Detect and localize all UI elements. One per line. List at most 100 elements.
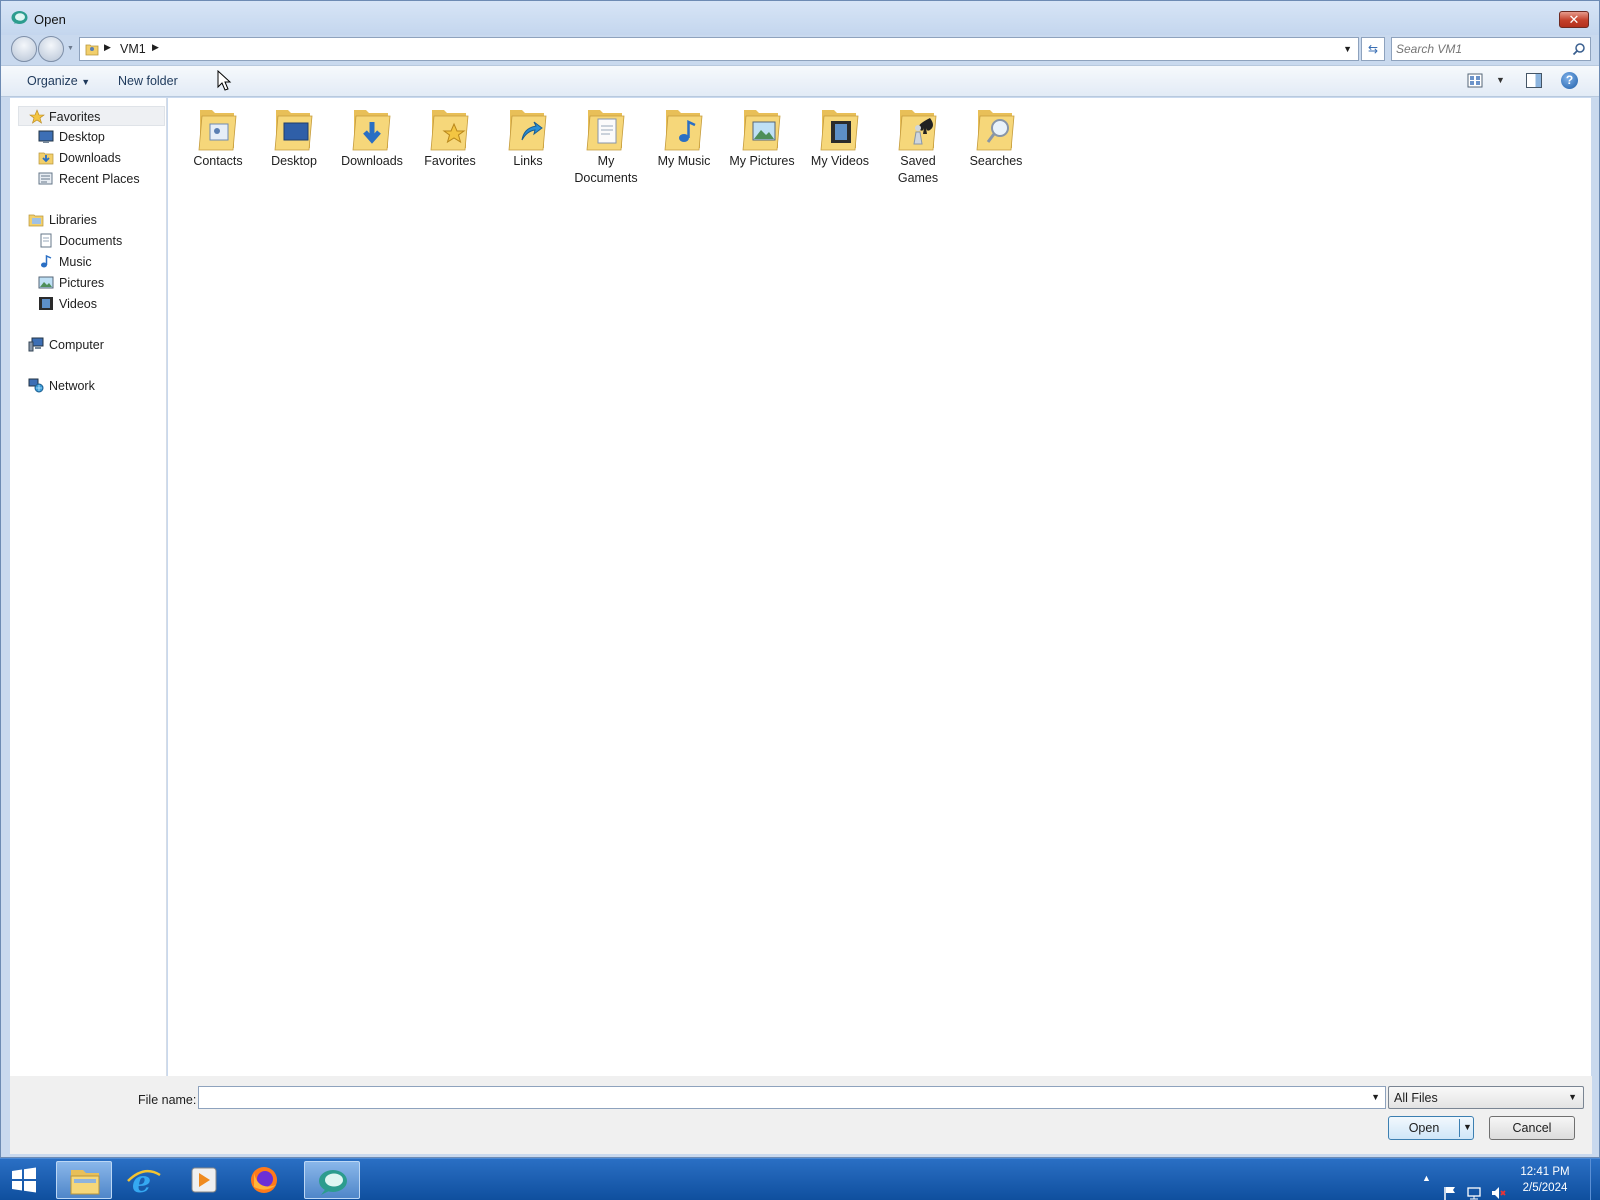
close-button[interactable]: ✕: [1559, 11, 1589, 28]
organize-label: Organize: [27, 74, 78, 88]
taskbar-firefox[interactable]: [236, 1161, 292, 1199]
folder-saved-games[interactable]: Saved Games: [879, 104, 957, 186]
nav-item-label: Desktop: [59, 130, 105, 144]
navigation-row: ▼ ▶ VM1 ▶ ▼ ⇆: [1, 35, 1599, 65]
nav-item-desktop[interactable]: Desktop: [38, 127, 163, 147]
firefox-icon: [251, 1167, 277, 1193]
network-tray-icon[interactable]: [1466, 1172, 1482, 1200]
music-icon: [41, 254, 52, 268]
recent-places-icon: [38, 172, 53, 185]
change-view-icon[interactable]: [1467, 73, 1483, 88]
folder-my-videos[interactable]: My Videos: [801, 104, 879, 171]
libraries-icon: [28, 214, 44, 227]
folder-links[interactable]: Links: [489, 104, 567, 171]
nav-network-label: Network: [49, 379, 95, 393]
nav-item-music[interactable]: Music: [38, 252, 163, 272]
breadcrumb-current[interactable]: VM1: [120, 42, 146, 56]
nav-item-documents[interactable]: Documents: [38, 231, 163, 251]
documents-folder-icon: [586, 110, 625, 151]
folder-favorites[interactable]: Favorites: [411, 104, 489, 171]
folder-my-documents[interactable]: My Documents: [567, 104, 645, 186]
breadcrumb-arrow-icon[interactable]: ▶: [104, 42, 111, 53]
cancel-button[interactable]: Cancel: [1489, 1116, 1575, 1140]
show-hidden-icons-icon[interactable]: ▲: [1422, 1173, 1431, 1200]
taskbar-file-explorer[interactable]: [56, 1161, 112, 1199]
open-options-dropdown[interactable]: ▼: [1463, 1122, 1472, 1132]
new-folder-button[interactable]: New folder: [118, 74, 178, 88]
media-player-icon: [191, 1167, 217, 1193]
breadcrumb-arrow-icon[interactable]: ▶: [152, 42, 159, 53]
searches-folder-icon: [976, 110, 1015, 151]
file-type-select[interactable]: All Files ▼: [1388, 1086, 1584, 1109]
nav-network[interactable]: Network: [28, 376, 163, 396]
mouse-cursor-icon: [217, 70, 232, 91]
folder-label: My: [597, 154, 615, 168]
help-button[interactable]: ?: [1561, 72, 1578, 89]
file-explorer-icon: [70, 1170, 100, 1195]
folder-searches[interactable]: Searches: [957, 104, 1035, 171]
taskbar-internet-explorer[interactable]: e: [116, 1161, 172, 1200]
folder-desktop[interactable]: Desktop: [255, 104, 333, 171]
folder-label: Favorites: [424, 154, 476, 168]
star-icon: [29, 109, 45, 124]
pictures-icon: [38, 276, 54, 289]
folder-my-music[interactable]: My Music: [645, 104, 723, 171]
preview-pane-button[interactable]: [1526, 73, 1542, 88]
search-icon[interactable]: [1572, 42, 1586, 56]
search-box[interactable]: [1391, 37, 1591, 61]
nav-favorites[interactable]: Favorites: [18, 106, 165, 126]
organize-menu[interactable]: Organize ▼: [27, 74, 90, 88]
contacts-folder-icon: [198, 110, 237, 151]
nav-item-recent-places[interactable]: Recent Places: [38, 169, 163, 189]
title-bar[interactable]: Open ✕: [1, 1, 1599, 35]
file-name-dropdown-arrow[interactable]: ▼: [1371, 1092, 1380, 1102]
show-desktop-button[interactable]: [1590, 1159, 1600, 1200]
view-options-dropdown[interactable]: ▼: [1496, 75, 1505, 85]
nav-item-pictures[interactable]: Pictures: [38, 273, 163, 293]
nav-item-videos[interactable]: Videos: [38, 294, 163, 314]
nav-libraries[interactable]: Libraries: [28, 210, 163, 230]
search-input[interactable]: [1396, 41, 1566, 57]
folder-label: Desktop: [271, 154, 317, 168]
folder-label: Contacts: [193, 154, 243, 168]
documents-icon: [40, 233, 52, 248]
volume-muted-icon[interactable]: [1490, 1172, 1506, 1200]
nav-computer-label: Computer: [49, 338, 104, 352]
chevron-down-icon: ▼: [81, 77, 91, 87]
desktop-folder-icon: [274, 110, 313, 151]
recent-pages-dropdown[interactable]: ▼: [67, 45, 74, 52]
music-folder-icon: [664, 110, 703, 151]
file-list: Contacts Desktop Downloads Favorites Lin…: [168, 98, 1591, 1076]
address-bar[interactable]: ▶ VM1 ▶ ▼: [79, 37, 1359, 61]
file-name-combo[interactable]: ▼: [198, 1086, 1386, 1109]
system-clock[interactable]: 12:41 PM 2/5/2024: [1510, 1164, 1580, 1196]
videos-icon: [39, 297, 53, 310]
folder-my-pictures[interactable]: My Pictures: [723, 104, 801, 171]
back-button[interactable]: [11, 36, 37, 62]
folder-label: My Videos: [810, 154, 870, 168]
file-name-input[interactable]: [203, 1089, 1353, 1106]
links-folder-icon: [508, 110, 547, 151]
taskbar-media-player[interactable]: [176, 1161, 232, 1199]
address-history-dropdown[interactable]: ▼: [1343, 44, 1352, 54]
taskbar: e ▲ 12:41 PM 2/5/2024: [0, 1158, 1600, 1200]
folder-downloads[interactable]: Downloads: [333, 104, 411, 171]
open-button[interactable]: Open ▼: [1388, 1116, 1474, 1140]
nav-item-downloads[interactable]: Downloads: [38, 148, 163, 168]
downloads-folder-icon: [352, 110, 391, 151]
windows-start-icon[interactable]: [10, 1167, 38, 1193]
folder-contacts[interactable]: Contacts: [179, 104, 257, 171]
nav-item-label: Music: [59, 255, 92, 269]
nav-item-label: Recent Places: [59, 172, 140, 186]
folder-label: Links: [513, 154, 543, 168]
action-center-flag-icon[interactable]: [1442, 1172, 1458, 1200]
forward-button[interactable]: [38, 36, 64, 62]
nav-computer[interactable]: Computer: [28, 335, 163, 355]
nav-item-label: Videos: [59, 297, 97, 311]
taskbar-active-app[interactable]: [304, 1161, 360, 1199]
split-divider: [1459, 1119, 1460, 1137]
refresh-button[interactable]: ⇆: [1361, 37, 1385, 61]
network-icon: [28, 378, 44, 393]
clock-date: 2/5/2024: [1522, 1182, 1568, 1194]
folder-label: My Music: [657, 154, 711, 168]
